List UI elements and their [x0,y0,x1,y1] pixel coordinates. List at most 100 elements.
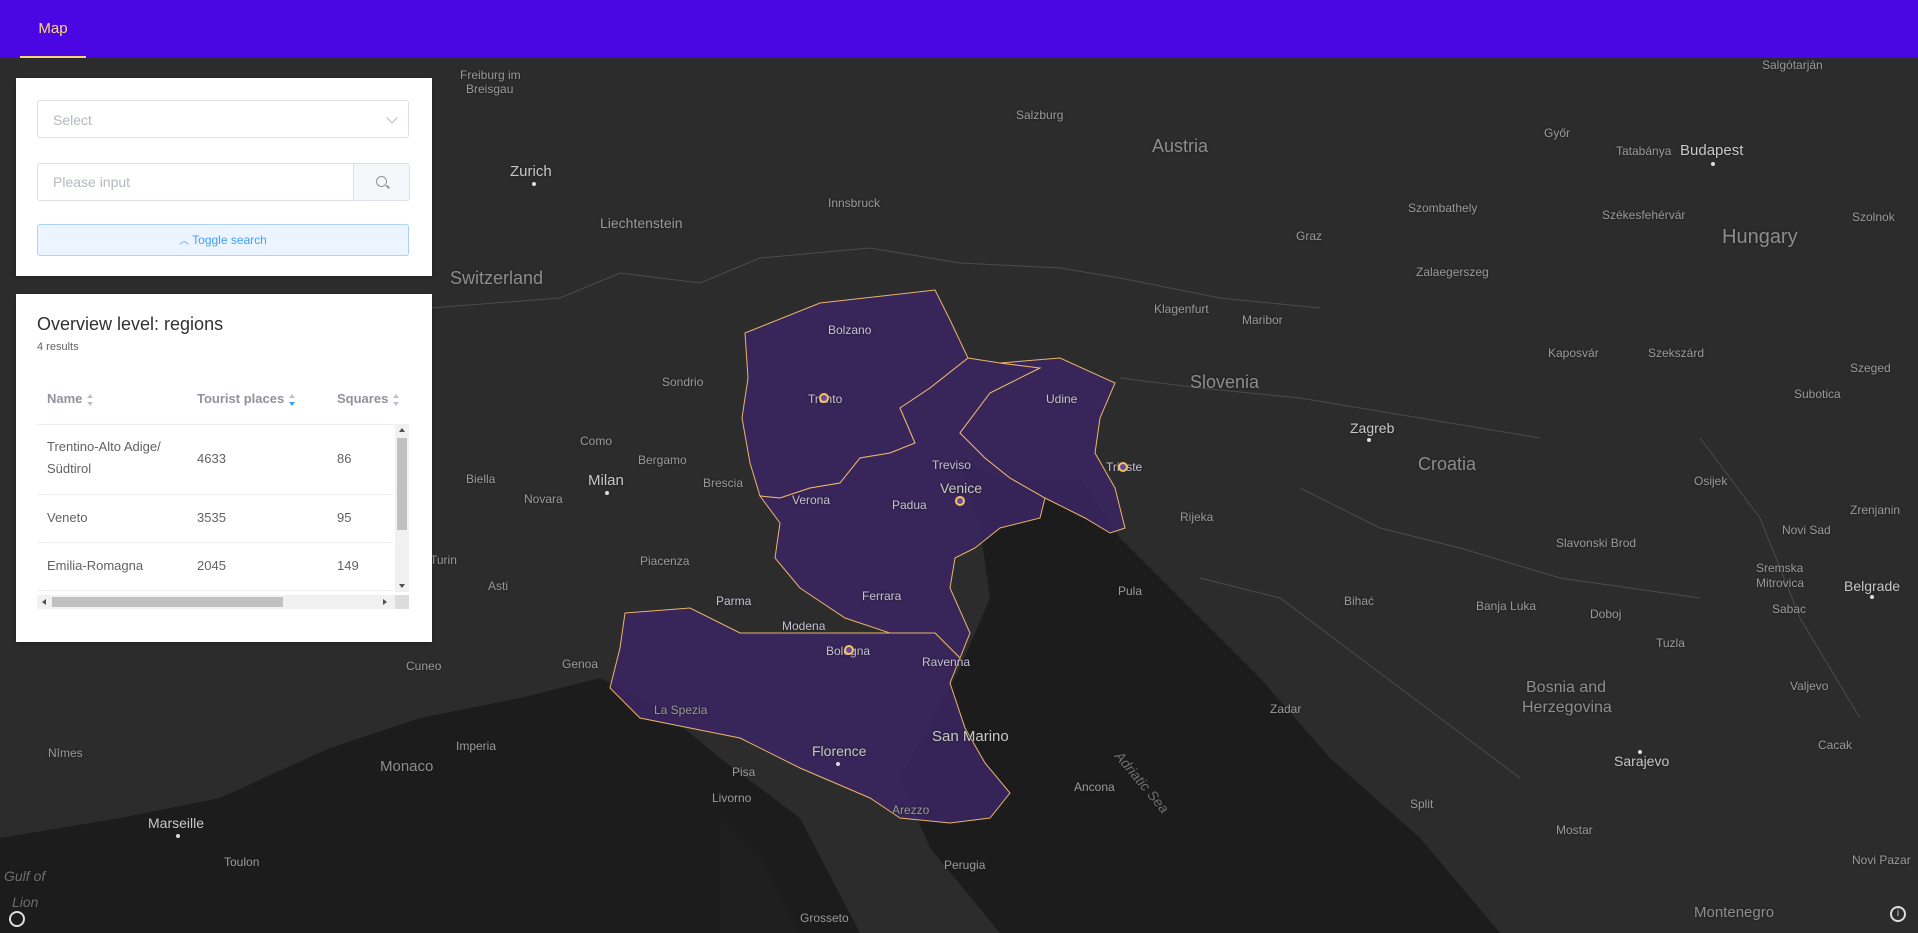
city-dot-belgrade [1870,595,1874,599]
label-salgotarjan: Salgótarján [1762,58,1823,72]
scroll-left-icon[interactable] [42,599,46,605]
label-toulon: Toulon [224,855,260,869]
mapbox-logo-icon[interactable] [9,911,25,927]
label-parma: Parma [716,594,752,608]
city-dot-zurich [532,182,536,186]
label-budapest: Budapest [1680,142,1744,159]
label-bolzano: Bolzano [828,323,872,337]
table-row[interactable]: Veneto 3535 95 [37,495,393,543]
label-szeged: Szeged [1850,361,1891,375]
city-dot-budapest [1711,162,1715,166]
label-la-spezia: La Spezia [654,703,708,717]
sort-icon[interactable] [393,393,400,406]
label-brescia: Brescia [703,476,744,490]
label-freiburg: Freiburg im [460,68,521,82]
label-monaco: Monaco [380,758,434,775]
region-marker-trieste[interactable] [1118,462,1128,472]
chevron-up-icon: ︿ [179,236,190,247]
label-san-marino: San Marino [932,728,1009,745]
city-dot-florence [836,762,840,766]
label-valjevo: Valjevo [1790,679,1829,693]
cell-squares: 149 [337,558,359,573]
scroll-down-icon[interactable] [399,584,405,588]
tab-map[interactable]: Map [20,0,86,58]
label-gyor: Győr [1544,126,1571,140]
region-select[interactable]: Select [37,100,409,138]
table-row[interactable]: Trentino-Alto Adige/ Südtirol 4633 86 [37,424,393,495]
label-croatia: Croatia [1418,454,1477,474]
results-table: Name Tourist places Squares Trentino-Alt… [37,376,409,616]
label-belgrade: Belgrade [1844,578,1901,594]
label-modena: Modena [782,619,826,633]
label-liechtenstein: Liechtenstein [600,215,683,231]
label-zrenjanin: Zrenjanin [1850,503,1901,517]
column-header-name[interactable]: Name [47,391,94,406]
label-pisa: Pisa [732,765,756,779]
label-switzerland: Switzerland [450,268,544,288]
city-dot-milan [605,491,609,495]
column-header-tourist-places[interactable]: Tourist places [197,391,296,406]
scrollbar-thumb[interactable] [397,438,407,530]
city-dot-marseille [176,834,180,838]
select-placeholder: Select [53,112,92,128]
label-milan: Milan [588,472,624,489]
label-zalaegerszeg: Zalaegerszeg [1416,265,1489,279]
label-pula: Pula [1118,584,1143,598]
search-row [37,163,410,201]
label-osijek: Osijek [1694,474,1728,488]
label-maribor: Maribor [1242,313,1283,327]
cell-tourist-places: 4633 [197,451,226,466]
label-herzegovina: Herzegovina [1522,699,1612,716]
label-genoa: Genoa [562,657,599,671]
label-livorno: Livorno [712,791,752,805]
column-header-squares[interactable]: Squares [337,391,400,406]
label-breisgau: Breisgau [466,82,514,96]
label-ravenna: Ravenna [922,655,971,669]
region-marker-trento[interactable] [819,393,829,403]
scroll-right-icon[interactable] [383,599,387,605]
label-mitrovica: Mitrovica [1756,576,1805,590]
label-turin: Turin [430,553,457,567]
label-gulf-of: Gulf of [4,868,46,884]
label-udine: Udine [1046,392,1078,406]
horizontal-scrollbar[interactable] [37,595,409,609]
region-marker-bologna[interactable] [844,645,854,655]
attribution-info-icon[interactable]: i [1890,906,1906,922]
label-slovenia: Slovenia [1190,372,1260,392]
search-input[interactable] [37,163,354,201]
label-montenegro: Montenegro [1694,904,1775,921]
label-split: Split [1410,797,1434,811]
sort-icon[interactable] [87,393,94,406]
cell-squares: 95 [337,510,352,525]
label-zagreb: Zagreb [1350,420,1395,436]
cell-name: Emilia-Romagna [47,558,144,573]
label-rijeka: Rijeka [1180,510,1214,524]
label-asti: Asti [488,579,509,593]
label-biella: Biella [466,472,496,486]
label-tuzla: Tuzla [1656,636,1685,650]
search-button[interactable] [353,163,410,201]
label-piacenza: Piacenza [640,554,690,568]
region-marker-venice[interactable] [955,496,965,506]
label-slavonski-brod: Slavonski Brod [1556,536,1637,550]
scrollbar-thumb[interactable] [52,597,283,607]
cell-tourist-places: 2045 [197,558,226,573]
sort-icon[interactable] [289,393,296,406]
table-row[interactable]: Emilia-Romagna 2045 149 [37,543,393,591]
city-dot-sarajevo [1638,750,1642,754]
label-florence: Florence [812,743,867,759]
label-banja-luka: Banja Luka [1476,599,1537,613]
cell-name: Trentino-Alto Adige/ Südtirol [47,439,161,476]
label-perugia: Perugia [944,858,986,872]
label-padua: Padua [892,498,927,512]
label-novi-sad: Novi Sad [1782,523,1831,537]
scrollbar-corner [395,595,409,609]
label-marseille: Marseille [148,815,205,831]
cell-name: Veneto [47,510,88,525]
results-panel: Overview level: regions 4 results Name T… [16,294,432,642]
toggle-search-button[interactable]: ︿ Toggle search [37,224,409,256]
scroll-up-icon[interactable] [399,428,405,432]
label-venice: Venice [940,480,983,496]
results-title: Overview level: regions [37,314,224,334]
vertical-scrollbar[interactable] [395,424,409,592]
